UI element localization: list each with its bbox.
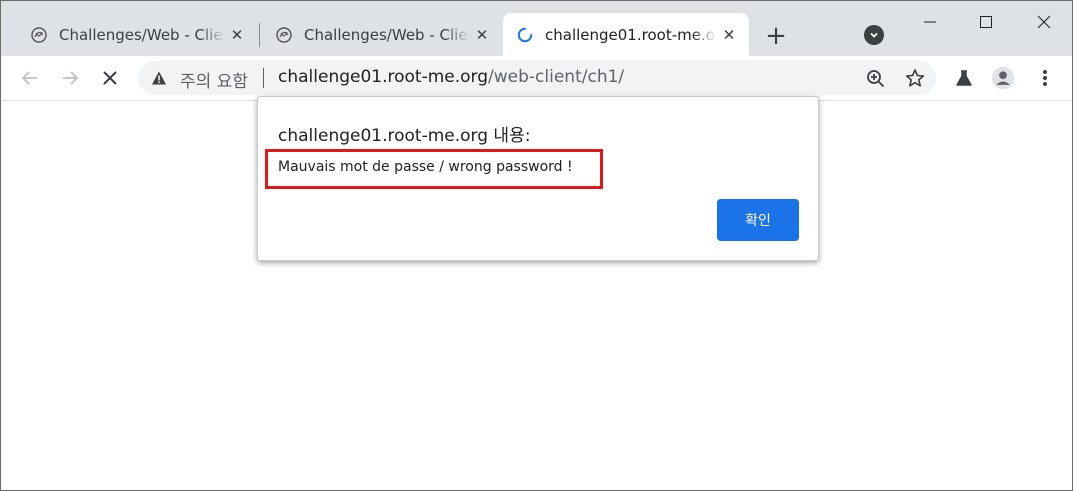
- dialog-message: Mauvais mot de passe / wrong password !: [278, 159, 573, 175]
- close-tab-icon[interactable]: ✕: [225, 23, 249, 47]
- tab-search-icon[interactable]: [864, 25, 884, 45]
- stop-icon[interactable]: [96, 64, 124, 92]
- address-bar[interactable]: 주의 요함 challenge01.root-me.org/web-client…: [138, 61, 936, 95]
- menu-icon[interactable]: [1033, 66, 1057, 90]
- tab-strip: Challenges/Web - Client ✕ Challenges/Web…: [1, 1, 1072, 56]
- loading-spinner-icon: [517, 27, 533, 43]
- close-tab-icon[interactable]: ✕: [470, 23, 494, 47]
- root-me-favicon: [276, 26, 292, 43]
- close-tab-icon[interactable]: ✕: [717, 23, 741, 47]
- tab-2[interactable]: Challenges/Web - Client ✕: [262, 13, 502, 56]
- security-label[interactable]: 주의 요함: [180, 67, 248, 92]
- warning-icon[interactable]: [151, 70, 167, 86]
- omnibox-divider: [263, 68, 264, 88]
- new-tab-button[interactable]: +: [761, 21, 791, 51]
- tab-title: challenge01.root-me.org: [545, 25, 717, 44]
- dialog-title: challenge01.root-me.org 내용:: [278, 126, 531, 146]
- alert-dialog: challenge01.root-me.org 내용: Mauvais mot …: [257, 96, 819, 261]
- star-icon[interactable]: [905, 68, 925, 88]
- tab-3-active[interactable]: challenge01.root-me.org ✕: [503, 13, 749, 56]
- tab-title: Challenges/Web - Client: [304, 25, 470, 44]
- url-path: /web-client/ch1/: [488, 67, 625, 87]
- browser-toolbar: 주의 요함 challenge01.root-me.org/web-client…: [1, 56, 1072, 101]
- root-me-favicon: [31, 26, 47, 43]
- tab-1[interactable]: Challenges/Web - Client ✕: [17, 13, 257, 56]
- zoom-icon[interactable]: [865, 68, 885, 88]
- minimize-icon[interactable]: [907, 7, 953, 37]
- tab-divider: [259, 23, 260, 47]
- ok-button[interactable]: 확인: [717, 199, 799, 241]
- profile-icon[interactable]: [991, 66, 1015, 90]
- url-text[interactable]: challenge01.root-me.org/web-client/ch1/: [278, 67, 624, 87]
- tab-title: Challenges/Web - Client: [59, 25, 225, 44]
- maximize-icon[interactable]: [963, 7, 1009, 37]
- url-host: challenge01.root-me.org: [278, 67, 489, 87]
- browser-window: Challenges/Web - Client ✕ Challenges/Web…: [0, 0, 1073, 491]
- back-arrow-icon[interactable]: [16, 64, 44, 92]
- labs-icon[interactable]: [952, 66, 976, 90]
- forward-arrow-icon[interactable]: [56, 64, 84, 92]
- close-window-icon[interactable]: [1021, 7, 1067, 37]
